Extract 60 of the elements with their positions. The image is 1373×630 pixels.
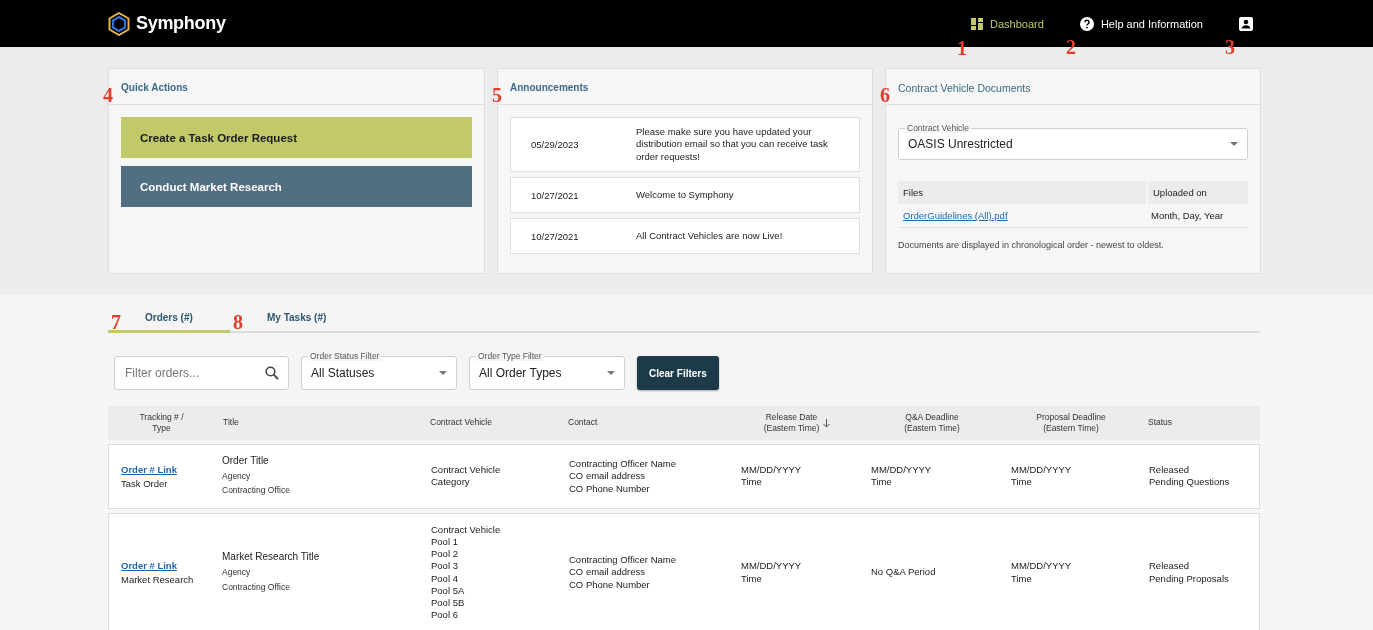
table-cell-text: Contract Vehicle Category: [430, 464, 502, 489]
order-link[interactable]: Order # Link: [121, 560, 216, 571]
order-title: Order Title: [222, 455, 270, 466]
table-cell-text: Released Pending Proposals: [1148, 560, 1230, 585]
logo-icon: [108, 11, 130, 36]
nav-link[interactable]: Dashboard: [971, 17, 1044, 30]
column-header: Contact: [568, 417, 598, 429]
table-cell-text: Contracting Officer Name CO email address CO Phone Number: [568, 458, 677, 495]
column-header: Proposal Deadline (Eastern Time): [1036, 411, 1106, 435]
column-header: Uploaded on: [1146, 181, 1248, 204]
order-agency: Agency Contracting Office: [222, 470, 291, 498]
callout-number: 2: [1065, 36, 1076, 57]
table-cell-text: MM/DD/YYYY Time: [740, 464, 803, 489]
order-title: Market Research Title: [222, 551, 321, 563]
column-header: Files: [902, 186, 925, 200]
column-header: Tracking # / Type: [139, 411, 184, 435]
action-button[interactable]: Create a Task Order Request: [121, 117, 472, 158]
clear-filters-button[interactable]: Clear Filters: [637, 356, 719, 390]
table-cell-text: MM/DD/YYYY Time: [1010, 560, 1073, 585]
nav-link[interactable]: [1239, 16, 1253, 31]
announcement-date: 05/29/2023: [530, 139, 580, 150]
action-button[interactable]: Conduct Market Research: [121, 166, 472, 207]
table-cell-text: MM/DD/YYYY Time: [1010, 464, 1073, 489]
column-header: Release Date (Eastern Time): [763, 411, 820, 435]
table-cell-text: Month, Day, Year: [1150, 209, 1225, 223]
announcement-text: All Contract Vehicles are now Live!: [636, 229, 784, 243]
callout-number: 3: [1225, 36, 1235, 57]
table-cell-text: Contracting Officer Name CO email address CO Phone Number: [568, 554, 677, 591]
column-header: Q&A Deadline (Eastern Time): [904, 411, 960, 435]
file-link[interactable]: OrderGuidelines (All).pdf: [903, 210, 1008, 221]
dropdown-caret-icon: [439, 370, 447, 375]
column-header: Status: [1148, 417, 1173, 429]
dropdown-caret-icon: [607, 370, 615, 375]
dropdown-caret-icon: [1230, 142, 1238, 146]
table-cell-text: No Q&A Period: [870, 566, 937, 579]
table-cell-text: Market Research: [121, 574, 195, 585]
order-agency: Agency Contracting Office: [222, 566, 291, 594]
callout-number: 7: [111, 312, 121, 332]
search-field[interactable]: Filter orders...: [114, 356, 289, 390]
account-icon: [1239, 16, 1253, 31]
column-header: Title: [223, 417, 239, 429]
help-icon: [1079, 16, 1094, 31]
order-link[interactable]: Order # Link: [121, 463, 216, 475]
dashboard-icon: [971, 17, 984, 30]
table-cell-text: MM/DD/YYYY Time: [870, 464, 933, 489]
nav-link[interactable]: Help and Information: [1079, 16, 1203, 31]
sort-arrow-icon[interactable]: [823, 418, 831, 428]
callout-number: 8: [233, 312, 243, 332]
table-cell-text: MM/DD/YYYY Time: [740, 560, 803, 585]
documents-note: Documents are displayed in chronological order - newest to oldest.: [898, 240, 1165, 250]
announcement-text: Please make sure you have updated your distribution email so that you can receive task order requests!: [636, 126, 829, 164]
announcement-text: Welcome to Symphony: [636, 188, 735, 202]
announcement-date: 10/27/2021: [530, 230, 580, 242]
search-icon: [265, 366, 279, 380]
table-cell-text: Released Pending Questions: [1148, 464, 1231, 489]
brand-name: Symphony: [136, 13, 226, 34]
announcement-date: 10/27/2021: [530, 189, 580, 201]
table-cell-text: Contract Vehicle Pool 1 Pool 2 Pool 3 Pool 4 Pool 5A Pool 5B Pool 6: [430, 523, 502, 622]
table-cell-text: Task Order: [121, 477, 169, 489]
column-header: Contract Vehicle: [430, 417, 492, 429]
